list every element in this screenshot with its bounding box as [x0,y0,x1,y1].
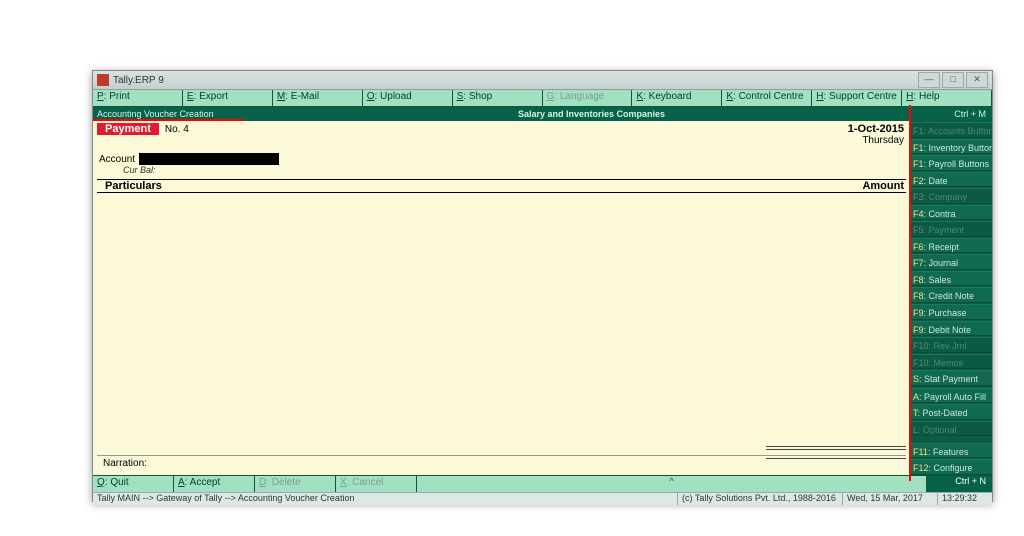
bottom-toolbar: Q: QuitA: AcceptD: DeleteX: Cancel Ctrl +… [93,475,992,492]
side-revjrnl: F10: Rev Jrnl [910,337,992,353]
bottom-quit[interactable]: Q: Quit [93,476,174,492]
bottom-shortcut: Ctrl + N [926,476,992,492]
side-payrollautofill[interactable]: A: Payroll Auto Fill [910,388,992,404]
voucher-number: No. 4 [161,124,193,135]
narration-label: Narration: [103,458,147,469]
side-debitnote[interactable]: F9: Debit Note [910,321,992,337]
bottom-cancel: X: Cancel [336,476,417,492]
side-panel: F1: Accounts ButtonsF1: Inventory Button… [910,121,992,475]
account-label: Account [99,154,135,165]
bottom-spacer [417,476,926,492]
status-path: Tally MAIN --> Gateway of Tally --> Acco… [93,493,677,505]
toolbar-upload[interactable]: O: Upload [363,90,453,106]
status-bar: Tally MAIN --> Gateway of Tally --> Acco… [93,492,992,505]
toolbar-export[interactable]: E: Export [183,90,273,106]
app-icon [97,74,109,86]
voucher-type: Payment [97,123,159,135]
side-company: F3: Company [910,188,992,204]
voucher-day: Thursday [848,135,904,147]
col-amount: Amount [824,180,906,192]
side-contra[interactable]: F4: Contra [910,205,992,221]
bottom-accept[interactable]: A: Accept [174,476,255,492]
toolbar-shop[interactable]: S: Shop [453,90,543,106]
top-toolbar: P: PrintE: ExportM: E-MailO: UploadS: Sh… [93,90,992,107]
voucher-date: 1-Oct-2015 [848,123,904,135]
toolbar-email[interactable]: M: E-Mail [273,90,363,106]
side-date[interactable]: F2: Date [910,172,992,188]
side-memos: F10: Memos [910,354,992,370]
col-particulars: Particulars [97,180,824,192]
work-area: Payment No. 4 1-Oct-2015 Thursday Accoun… [93,121,910,475]
toolbar-controlcentre[interactable]: K: Control Centre [722,90,812,106]
entries-grid[interactable] [97,193,906,455]
side-configure[interactable]: F12: Configure [910,459,992,475]
status-time: 13:29:32 [937,493,992,505]
side-payment: F5: Payment [910,221,992,237]
toolbar-print[interactable]: P: Print [93,90,183,106]
maximize-button[interactable]: □ [942,72,964,88]
minimize-button[interactable]: — [918,72,940,88]
window-title: Tally.ERP 9 [113,75,918,86]
side-features[interactable]: F11: Features [910,443,992,459]
side-postdated[interactable]: T: Post-Dated [910,404,992,420]
side-sales[interactable]: F8: Sales [910,271,992,287]
toolbar-language: G: Language [543,90,633,106]
side-journal[interactable]: F7: Journal [910,254,992,270]
app-window: Tally.ERP 9 — □ ✕ P: PrintE: ExportM: E-… [92,70,993,502]
account-field[interactable] [139,153,279,165]
screen-name: Accounting Voucher Creation [93,109,257,119]
columns-header: Particulars Amount [97,179,906,193]
toolbar-keyboard[interactable]: K: Keyboard [632,90,722,106]
side-creditnote[interactable]: F8: Credit Note [910,287,992,303]
sub-header: Accounting Voucher Creation Salary and I… [93,107,992,121]
status-date: Wed, 15 Mar, 2017 [842,493,937,505]
close-button[interactable]: ✕ [966,72,988,88]
toolbar-help[interactable]: H: Help [902,90,992,106]
narration-row: Narration: [97,455,906,471]
side-purchase[interactable]: F9: Purchase [910,304,992,320]
status-copyright: (c) Tally Solutions Pvt. Ltd., 1988-2016 [677,493,842,505]
shortcut-hint: Ctrl + M [926,109,992,119]
bottom-delete: D: Delete [255,476,336,492]
side-payrollbuttons[interactable]: F1: Payroll Buttons [910,155,992,171]
side-optional: L: Optional [910,421,992,437]
titlebar: Tally.ERP 9 — □ ✕ [93,71,992,90]
toolbar-supportcentre[interactable]: H: Support Centre [812,90,902,106]
side-statpayment[interactable]: S: Stat Payment [910,370,992,386]
side-accountsbuttons: F1: Accounts Buttons [910,122,992,138]
side-receipt[interactable]: F6: Receipt [910,238,992,254]
current-balance: Cur Bal: [99,165,904,175]
side-inventorybuttons[interactable]: F1: Inventory Buttons [910,139,992,155]
company-name: Salary and Inventories Companies [257,109,926,119]
